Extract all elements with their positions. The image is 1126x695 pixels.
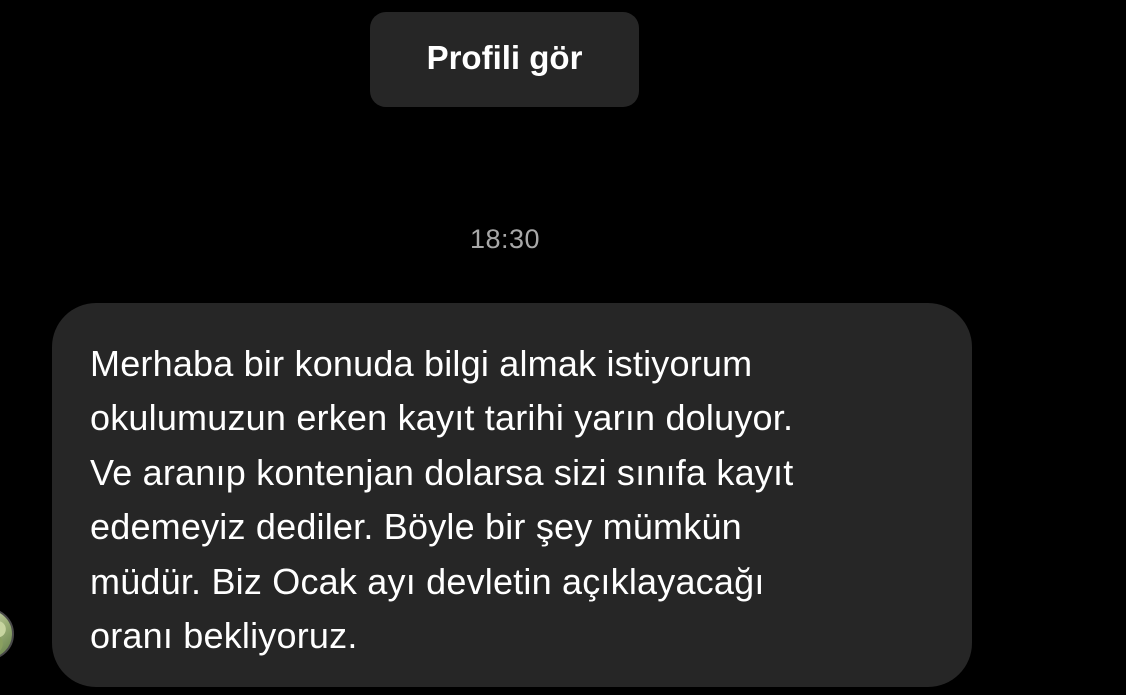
view-profile-button[interactable]: Profili gör: [370, 12, 639, 107]
incoming-message-bubble[interactable]: Merhaba bir konuda bilgi almak istiyorum…: [52, 303, 972, 687]
message-text-line: Ve aranıp kontenjan dolarsa sizi sınıfa …: [90, 451, 794, 493]
sender-avatar[interactable]: [0, 608, 14, 660]
message-text-line: Merhaba bir konuda bilgi almak istiyorum: [90, 343, 753, 384]
message-timestamp: 18:30: [469, 224, 541, 254]
message-text-line: müdür. Biz Ocak ayı devletin açıklayacağ…: [90, 560, 765, 602]
message-text-line: edemeyiz dediler. Böyle bir şey mümkün: [90, 506, 742, 548]
message-text-line: okulumuzun erken kayıt tarihi yarın dolu…: [90, 397, 794, 439]
message-text-line: oranı bekliyoruz.: [90, 615, 358, 657]
